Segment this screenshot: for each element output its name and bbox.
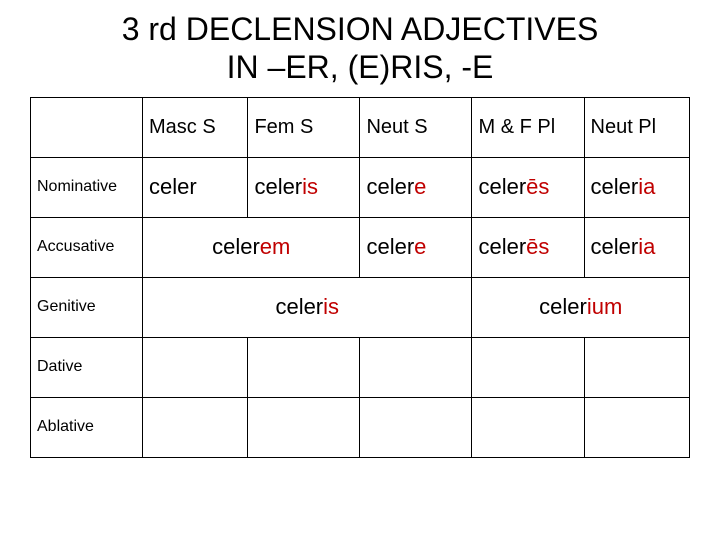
stem: celer [254, 174, 302, 199]
row-accusative: Accusative celerem celere celerēs celeri… [31, 217, 690, 277]
abl-masc-s [143, 397, 248, 457]
stem: celer [591, 174, 639, 199]
acc-mf-s: celerem [143, 217, 360, 277]
col-neut-s: Neut S [360, 97, 472, 157]
abl-neut-pl [584, 397, 690, 457]
col-masc-s: Masc S [143, 97, 248, 157]
row-ablative: Ablative [31, 397, 690, 457]
dat-neut-pl [584, 337, 690, 397]
table-header-row: Masc S Fem S Neut S M & F Pl Neut Pl [31, 97, 690, 157]
dat-neut-s [360, 337, 472, 397]
stem: celer [478, 174, 526, 199]
rowhdr-acc: Accusative [31, 217, 143, 277]
rowhdr-gen: Genitive [31, 277, 143, 337]
suffix-em: em [260, 234, 291, 259]
gen-pl: celerium [472, 277, 690, 337]
title-line-2: IN –ER, (E)RIS, -E [227, 49, 494, 85]
abl-neut-s [360, 397, 472, 457]
col-neut-pl: Neut Pl [584, 97, 690, 157]
row-genitive: Genitive celeris celerium [31, 277, 690, 337]
suffix-ia: ia [638, 234, 655, 259]
corner-cell [31, 97, 143, 157]
declension-table: Masc S Fem S Neut S M & F Pl Neut Pl Nom… [30, 97, 690, 458]
row-nominative: Nominative celer celeris celere celerēs … [31, 157, 690, 217]
slide: 3 rd DECLENSION ADJECTIVES IN –ER, (E)RI… [0, 0, 720, 540]
nom-neut-pl: celeria [584, 157, 690, 217]
suffix-is: is [302, 174, 318, 199]
suffix-e: e [414, 234, 426, 259]
stem: celer [212, 234, 260, 259]
col-fem-s: Fem S [248, 97, 360, 157]
rowhdr-nom: Nominative [31, 157, 143, 217]
stem: celer [275, 294, 323, 319]
nom-mf-pl: celerēs [472, 157, 584, 217]
stem: celer [366, 174, 414, 199]
dat-mf-pl [472, 337, 584, 397]
abl-fem-s [248, 397, 360, 457]
acc-neut-pl: celeria [584, 217, 690, 277]
stem: celer [149, 174, 197, 199]
stem: celer [366, 234, 414, 259]
rowhdr-dat: Dative [31, 337, 143, 397]
gen-sing: celeris [143, 277, 472, 337]
suffix-es: ēs [526, 234, 549, 259]
suffix-ium: ium [587, 294, 622, 319]
acc-neut-s: celere [360, 217, 472, 277]
stem: celer [591, 234, 639, 259]
suffix-e: e [414, 174, 426, 199]
nom-fem-s: celeris [248, 157, 360, 217]
rowhdr-abl: Ablative [31, 397, 143, 457]
nom-masc-s: celer [143, 157, 248, 217]
stem: celer [478, 234, 526, 259]
acc-mf-pl: celerēs [472, 217, 584, 277]
row-dative: Dative [31, 337, 690, 397]
suffix-is: is [323, 294, 339, 319]
col-mf-pl: M & F Pl [472, 97, 584, 157]
suffix-ia: ia [638, 174, 655, 199]
dat-fem-s [248, 337, 360, 397]
nom-neut-s: celere [360, 157, 472, 217]
page-title: 3 rd DECLENSION ADJECTIVES IN –ER, (E)RI… [30, 10, 690, 87]
abl-mf-pl [472, 397, 584, 457]
title-line-1: 3 rd DECLENSION ADJECTIVES [122, 11, 599, 47]
dat-masc-s [143, 337, 248, 397]
stem: celer [539, 294, 587, 319]
suffix-es: ēs [526, 174, 549, 199]
